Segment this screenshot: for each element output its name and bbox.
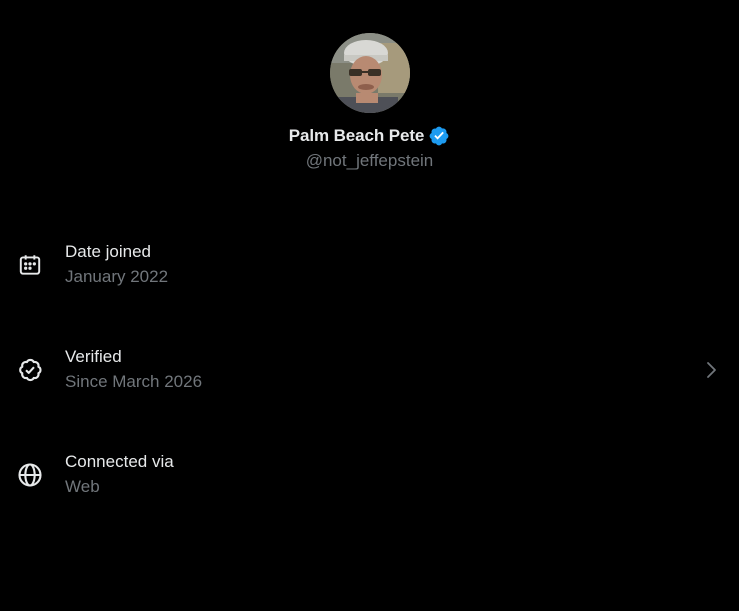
calendar-icon [16,251,44,279]
name-row: Palm Beach Pete [289,125,451,147]
info-label: Date joined [65,242,152,261]
verified-check-icon [16,356,44,384]
info-text: Connected via Web [65,451,174,498]
chevron-right-icon[interactable] [703,360,719,380]
profile-header: Palm Beach Pete @not_jeffepstein [0,33,739,171]
info-value: Since March 2026 [65,372,203,391]
account-info-page: Palm Beach Pete @not_jeffepstein Date jo… [0,0,739,611]
info-text: Verified Since March 2026 [65,346,202,393]
display-name: Palm Beach Pete [288,126,425,145]
info-text: Date joined January 2022 [65,241,168,288]
verified-badge-icon [428,125,450,147]
avatar[interactable] [329,33,410,113]
avatar-image [329,33,410,113]
info-label: Connected via [65,452,174,471]
info-row-date-joined: Date joined January 2022 [0,212,739,317]
account-info-list: Date joined January 2022 Verified Since … [0,212,739,527]
info-value: Web [65,477,100,496]
info-label: Verified [65,347,122,366]
globe-icon [16,461,44,489]
info-row-connected-via: Connected via Web [0,422,739,527]
handle: @not_jeffepstein [305,151,434,170]
info-row-verified[interactable]: Verified Since March 2026 [0,317,739,422]
info-value: January 2022 [65,267,169,286]
